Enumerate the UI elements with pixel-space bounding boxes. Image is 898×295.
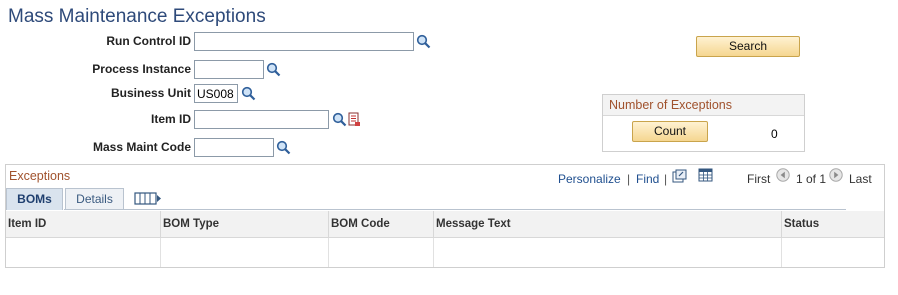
show-all-columns-icon[interactable]: [134, 191, 162, 206]
page-title: Mass Maintenance Exceptions: [8, 6, 266, 27]
process-instance-input[interactable]: [194, 60, 264, 79]
item-id-label: Item ID: [150, 112, 191, 126]
table-cell: [329, 238, 434, 267]
view-all-icon[interactable]: [672, 169, 687, 183]
personalize-link[interactable]: Personalize: [558, 172, 621, 186]
process-instance-label: Process Instance: [92, 62, 191, 76]
business-unit-label: Business Unit: [110, 86, 191, 100]
next-arrow-icon[interactable]: [829, 168, 843, 182]
tab-details[interactable]: Details: [65, 188, 124, 210]
toolbar-separator-2: |: [664, 172, 668, 186]
mass-maint-code-input[interactable]: [194, 138, 274, 157]
last-label: Last: [849, 172, 872, 186]
exceptions-grid-title: Exceptions: [9, 169, 71, 183]
toolbar-separator: |: [627, 172, 631, 186]
count-button[interactable]: Count: [632, 121, 708, 142]
exceptions-count-value: 0: [771, 127, 778, 141]
tab-underline: [64, 209, 846, 210]
search-button[interactable]: Search: [696, 36, 800, 57]
item-id-input[interactable]: [194, 110, 329, 129]
row-range: 1 of 1: [796, 172, 827, 186]
number-of-exceptions-title: Number of Exceptions: [603, 95, 804, 116]
prev-arrow-icon[interactable]: [776, 168, 790, 182]
business-unit-input[interactable]: [194, 84, 238, 103]
run-control-id-label: Run Control ID: [106, 34, 191, 48]
spreadsheet-download-icon[interactable]: [698, 168, 713, 182]
run-control-id-input[interactable]: [194, 32, 414, 51]
table-cell: [6, 238, 161, 267]
tab-boms[interactable]: BOMs: [6, 188, 63, 210]
table-cell: [161, 238, 329, 267]
mass-maint-code-label: Mass Maint Code: [92, 140, 191, 154]
column-header-bom-code[interactable]: BOM Code: [329, 211, 434, 237]
item-id-lookup-icon[interactable]: [332, 112, 347, 127]
process-instance-lookup-icon[interactable]: [266, 62, 281, 77]
business-unit-lookup-icon[interactable]: [241, 86, 256, 101]
table-cell: [782, 238, 884, 267]
mass-maint-code-lookup-icon[interactable]: [276, 140, 291, 155]
run-control-id-lookup-icon[interactable]: [416, 34, 431, 49]
column-header-bom-type[interactable]: BOM Type: [161, 211, 329, 237]
column-header-status[interactable]: Status: [782, 211, 884, 237]
table-cell: [434, 238, 782, 267]
find-link[interactable]: Find: [636, 172, 659, 186]
first-label: First: [747, 172, 771, 186]
item-detail-document-icon[interactable]: [348, 112, 361, 127]
column-header-message-text[interactable]: Message Text: [434, 211, 782, 237]
column-header-item-id[interactable]: Item ID: [6, 211, 161, 237]
